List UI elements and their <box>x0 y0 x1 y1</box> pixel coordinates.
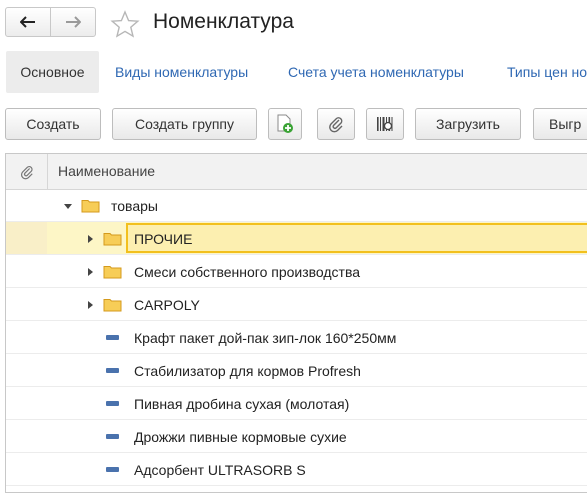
command-bar: Создать Создать группу Загрузить Выгр <box>0 108 587 140</box>
table-row[interactable]: Стабилизатор для кормов Profresh <box>6 354 587 387</box>
table-row[interactable]: Смеси собственного производства <box>6 255 587 288</box>
item-icon <box>106 401 119 406</box>
barcode-search-icon <box>377 117 393 131</box>
row-label: Смеси собственного производства <box>134 264 361 280</box>
tab-item-types[interactable]: Виды номенклатуры <box>115 64 248 80</box>
table-row[interactable]: Дрожжи пивные кормовые сухие <box>6 420 587 453</box>
expand-arrow-icon[interactable] <box>88 301 93 309</box>
add-copy-icon <box>277 114 293 133</box>
row-label: Адсорбент ULTRASORB S <box>134 462 306 478</box>
section-tabs: Основное Виды номенклатуры Счета учета н… <box>0 51 587 93</box>
row-selection-cell <box>6 222 47 254</box>
table-row[interactable]: CARPOLY <box>6 288 587 321</box>
tab-accounting-accounts[interactable]: Счета учета номенклатуры <box>288 64 464 80</box>
tab-main[interactable]: Основное <box>6 51 99 93</box>
row-label: Пивная дробина сухая (молотая) <box>134 396 350 412</box>
forward-button[interactable] <box>50 8 95 36</box>
table-row[interactable]: товары <box>6 189 587 222</box>
row-label: Дрожжи пивные кормовые сухие <box>134 429 347 445</box>
table-header: Наименование <box>6 154 587 190</box>
tab-price-types[interactable]: Типы цен но <box>507 64 587 80</box>
title-bar: Номенклатура <box>0 0 587 48</box>
forward-arrow-icon <box>66 16 81 28</box>
table-row[interactable]: Адсорбент ULTRASORB S <box>6 453 587 486</box>
item-icon <box>106 467 119 472</box>
paperclip-icon <box>20 165 33 179</box>
add-copy-button[interactable] <box>268 108 302 140</box>
back-arrow-icon <box>20 16 35 28</box>
folder-icon <box>81 200 100 213</box>
load-button[interactable]: Загрузить <box>415 108 521 140</box>
nomenclature-table[interactable]: Наименование товары ПРОЧИЕ Смеси собстве… <box>5 153 587 493</box>
folder-icon <box>103 299 122 312</box>
row-label: CARPOLY <box>134 297 200 313</box>
folder-icon <box>103 266 122 279</box>
favorite-star-icon[interactable] <box>110 10 140 38</box>
create-group-button[interactable]: Создать группу <box>112 108 257 140</box>
paperclip-icon <box>329 117 343 133</box>
item-icon <box>106 434 119 439</box>
folder-icon <box>103 233 122 246</box>
selection-frame <box>126 223 587 253</box>
navigation-buttons <box>5 7 96 37</box>
row-label: ПРОЧИЕ <box>134 231 193 247</box>
table-row[interactable]: Пивная дробина сухая (молотая) <box>6 387 587 420</box>
row-label: Стабилизатор для кормов Profresh <box>134 363 361 379</box>
attach-file-button[interactable] <box>317 108 355 140</box>
table-row-selected[interactable]: ПРОЧИЕ <box>6 222 587 255</box>
create-button[interactable]: Создать <box>5 108 101 140</box>
attachments-column-header[interactable] <box>6 154 48 189</box>
back-button[interactable] <box>6 8 50 36</box>
table-row[interactable]: Крафт пакет дой-пак зип-лок 160*250мм <box>6 321 587 354</box>
collapse-arrow-icon[interactable] <box>64 204 72 209</box>
name-column-header[interactable]: Наименование <box>58 163 155 179</box>
expand-arrow-icon[interactable] <box>88 235 93 243</box>
export-button[interactable]: Выгр <box>533 108 587 140</box>
barcode-search-button[interactable] <box>366 108 404 140</box>
item-icon <box>106 368 119 373</box>
row-label: товары <box>111 198 158 214</box>
page-title: Номенклатура <box>153 10 294 33</box>
item-icon <box>106 335 119 340</box>
expand-arrow-icon[interactable] <box>88 268 93 276</box>
row-label: Крафт пакет дой-пак зип-лок 160*250мм <box>134 330 397 346</box>
